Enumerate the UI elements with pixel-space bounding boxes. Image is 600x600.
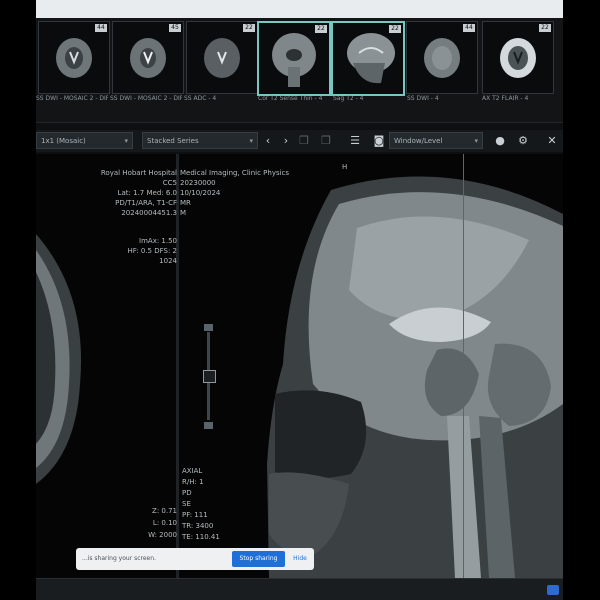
coronal-brain-image xyxy=(272,33,316,87)
series-thumbnail[interactable]: 22 xyxy=(186,21,258,94)
sagittal-brain-mri-image xyxy=(267,154,563,578)
axial-brain-image xyxy=(130,38,166,78)
bottom-left-info-line: Z: 0.71 xyxy=(152,507,177,515)
left-info-line: Lat: 1.7 Med: 6.0 xyxy=(117,189,177,197)
center-info-line: MR xyxy=(180,199,191,207)
thumbnail-badge: 22 xyxy=(389,25,401,33)
thumbnail-badge: 22 xyxy=(539,24,551,32)
next-series-button[interactable]: › xyxy=(277,132,295,149)
bottom-center-info-line: PD xyxy=(182,489,192,497)
screen-share-message: ...is sharing your screen. xyxy=(82,555,156,562)
axial-brain-image xyxy=(424,38,460,78)
hide-notice-button[interactable]: Hide xyxy=(290,551,310,567)
screen-share-notice: ...is sharing your screen. Stop sharing … xyxy=(76,548,314,570)
thumbnail-badge: 44 xyxy=(95,24,107,32)
left-info-line: CC5 xyxy=(162,179,177,187)
copy-icon[interactable]: ❐ xyxy=(295,132,313,149)
tool-select-value: Window/Level xyxy=(394,137,443,145)
bottom-left-info-line: L: 0.10 xyxy=(152,519,177,527)
thumbnail-label: AX T2 FLAIR - 4 xyxy=(482,95,529,102)
thumbnail-badge: 22 xyxy=(243,24,255,32)
left-info-line: 1024 xyxy=(159,257,177,265)
thumbnail-label: SS DWI - 4 xyxy=(407,95,439,102)
thumbnail-badge: 44 xyxy=(463,24,475,32)
layout-grid-icon[interactable]: ☰ xyxy=(346,132,364,149)
center-info-line: M xyxy=(180,209,187,217)
application-window: 44 45 22 22 22 44 22 SS DWI - MOSAIC 2 -… xyxy=(36,0,563,600)
camera-icon[interactable]: ◙ xyxy=(370,132,388,149)
stop-sharing-button[interactable]: Stop sharing xyxy=(232,551,285,567)
center-info-line: 10/10/2024 xyxy=(180,189,221,197)
thumbnail-badge: 22 xyxy=(315,25,327,33)
left-info-line: HF: 0.5 DFS: 2 xyxy=(127,247,177,255)
bottom-center-info-line: TR: 3400 xyxy=(182,522,214,530)
axial-brain-image xyxy=(56,38,92,78)
slider-top-cap xyxy=(204,324,213,331)
bottom-center-info-line: AXIAL xyxy=(182,467,203,475)
previous-series-button[interactable]: ‹ xyxy=(259,132,277,149)
taskbar xyxy=(36,578,563,600)
duplicate-icon[interactable]: ❐ xyxy=(317,132,335,149)
bottom-center-info-line: SE xyxy=(182,500,191,508)
series-mode-value: Stacked Series xyxy=(147,137,199,145)
series-thumbnail[interactable]: 44 xyxy=(406,21,478,94)
slider-bottom-cap xyxy=(204,422,213,429)
thumbnail-label: Sag T2 - 4 xyxy=(333,95,364,102)
series-thumbnail[interactable]: 45 xyxy=(112,21,184,94)
series-thumbnail[interactable]: 22 xyxy=(482,21,554,94)
left-info-line: Royal Hobart Hospital xyxy=(100,169,177,177)
slider-handle[interactable] xyxy=(203,370,216,383)
center-info-line: Medical Imaging, Clinic Physics xyxy=(180,169,290,177)
tool-select[interactable]: Window/Level ▾ xyxy=(389,132,483,149)
image-viewport[interactable]: H Royal Hobart Hospital CC5 Lat: 1.7 Med… xyxy=(36,154,563,578)
thumbnail-badge: 45 xyxy=(169,24,181,32)
center-info-line: 20230000 xyxy=(180,179,216,187)
series-thumbnail-strip: 44 45 22 22 22 44 22 SS DWI - MOSAIC 2 -… xyxy=(36,18,563,123)
axial-brain-image xyxy=(204,38,240,78)
orientation-label-top: H xyxy=(342,163,348,171)
bottom-center-info-line: TE: 110.41 xyxy=(182,533,220,541)
left-info-line: 20240004451.3 xyxy=(121,209,177,217)
sagittal-brain-image xyxy=(347,33,395,84)
chevron-down-icon: ▾ xyxy=(249,137,253,145)
axial-brain-image xyxy=(500,38,536,78)
chevron-down-icon: ▾ xyxy=(474,137,478,145)
close-icon[interactable]: ✕ xyxy=(543,132,561,149)
gear-icon[interactable]: ⚙ xyxy=(514,132,532,149)
comment-icon[interactable]: ● xyxy=(491,132,509,149)
bottom-left-info-line: W: 2000 xyxy=(148,531,177,539)
bottom-center-info-line: R/H: 1 xyxy=(182,478,204,486)
chevron-down-icon: ▾ xyxy=(124,137,128,145)
thumbnail-label: SS DWI - MOSAIC 2 - DIFF - 4 xyxy=(110,95,182,102)
browser-top-bar xyxy=(36,0,563,19)
slice-slider[interactable] xyxy=(199,324,219,430)
tray-icon[interactable] xyxy=(547,585,559,595)
series-thumbnail-selected[interactable]: 22 xyxy=(331,21,405,96)
series-thumbnail-selected[interactable]: 22 xyxy=(257,21,331,96)
left-info-line: PD/T1/ARA, T1-CF xyxy=(115,199,177,207)
layout-select[interactable]: 1x1 (Mosaic) ▾ xyxy=(36,132,133,149)
left-info-line: ImAx: 1.50 xyxy=(139,237,177,245)
layout-select-value: 1x1 (Mosaic) xyxy=(41,137,86,145)
viewer-toolbar: 1x1 (Mosaic) ▾ Stacked Series ▾ ‹ › ❐ ❐ ☰ … xyxy=(36,130,563,152)
thumbnail-label: Cor T2 Sense Thin - 4 xyxy=(258,95,323,102)
thumbnail-label: SS ADC - 4 xyxy=(184,95,217,102)
bottom-center-info-line: PF: 111 xyxy=(182,511,208,519)
series-thumbnail[interactable]: 44 xyxy=(38,21,110,94)
thumbnail-label: SS DWI - MOSAIC 2 - DIFF - 4 xyxy=(36,95,108,102)
series-mode-select[interactable]: Stacked Series ▾ xyxy=(142,132,258,149)
